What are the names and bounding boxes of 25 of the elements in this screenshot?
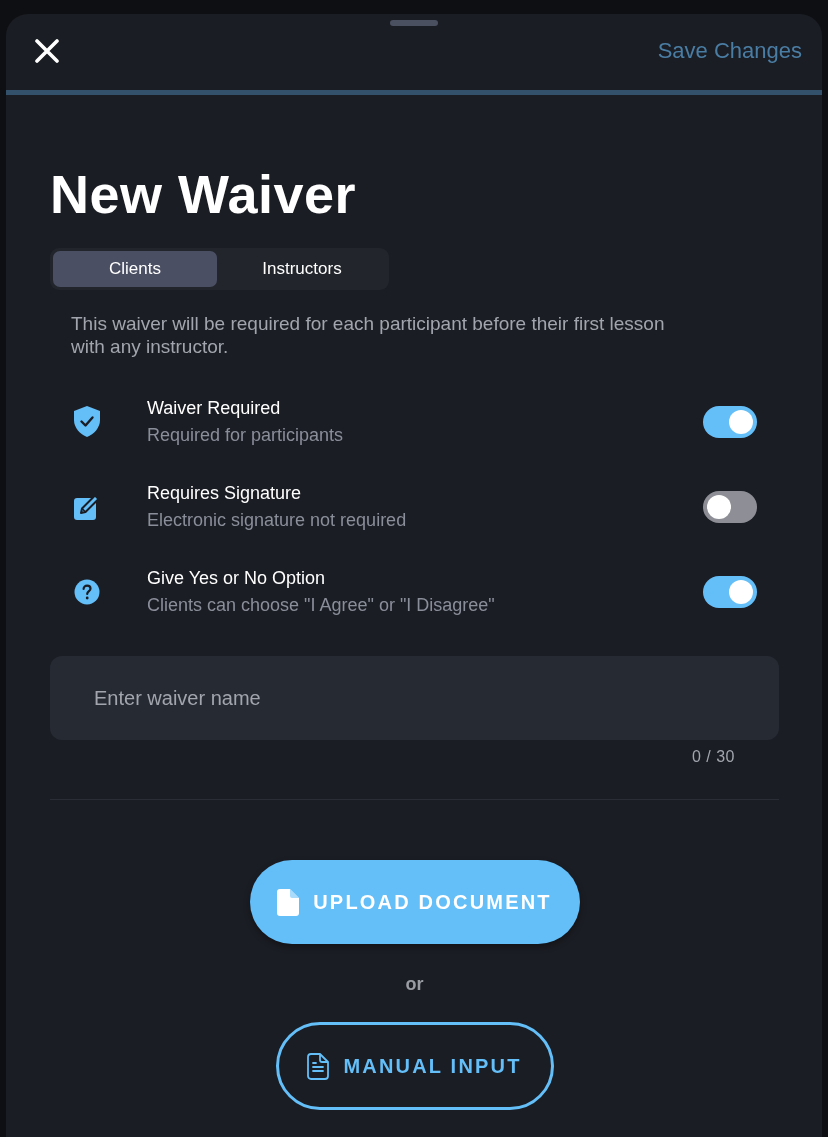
drag-handle[interactable]: [390, 20, 438, 26]
toggle-switch[interactable]: [703, 490, 757, 523]
shield-check-icon: [72, 405, 102, 438]
setting-title: Give Yes or No Option: [147, 567, 327, 590]
tab[interactable]: Clients: [53, 251, 217, 287]
manual-input-button[interactable]: MANUAL INPUT: [275, 1022, 554, 1110]
description-text: This waiver will be required for each participant before their first lesson with any instructor.: [70, 312, 666, 358]
close-button[interactable]: [35, 39, 59, 63]
setting-subtitle: Clients can choose "I Agree" or "I Disagree": [147, 594, 496, 617]
document-icon: [277, 888, 300, 916]
toggle-switch[interactable]: [703, 575, 757, 608]
waiver-name-input[interactable]: Enter waiver name: [50, 656, 779, 740]
tab[interactable]: Instructors: [217, 251, 387, 287]
help-icon: [74, 578, 100, 605]
page-title: New Waiver: [50, 163, 358, 226]
setting-subtitle: Required for participants: [147, 424, 345, 447]
character-counter: 0 / 30: [691, 747, 735, 767]
setting-title: Requires Signature: [147, 482, 303, 505]
close-icon: [35, 39, 59, 63]
or-separator: or: [405, 973, 424, 996]
setting-subtitle: Electronic signature not required: [147, 509, 408, 532]
toggle-switch[interactable]: [703, 405, 757, 438]
setting-title: Waiver Required: [147, 397, 282, 420]
save-changes-button[interactable]: Save Changes: [657, 38, 802, 64]
document-text-icon: [307, 1052, 330, 1080]
